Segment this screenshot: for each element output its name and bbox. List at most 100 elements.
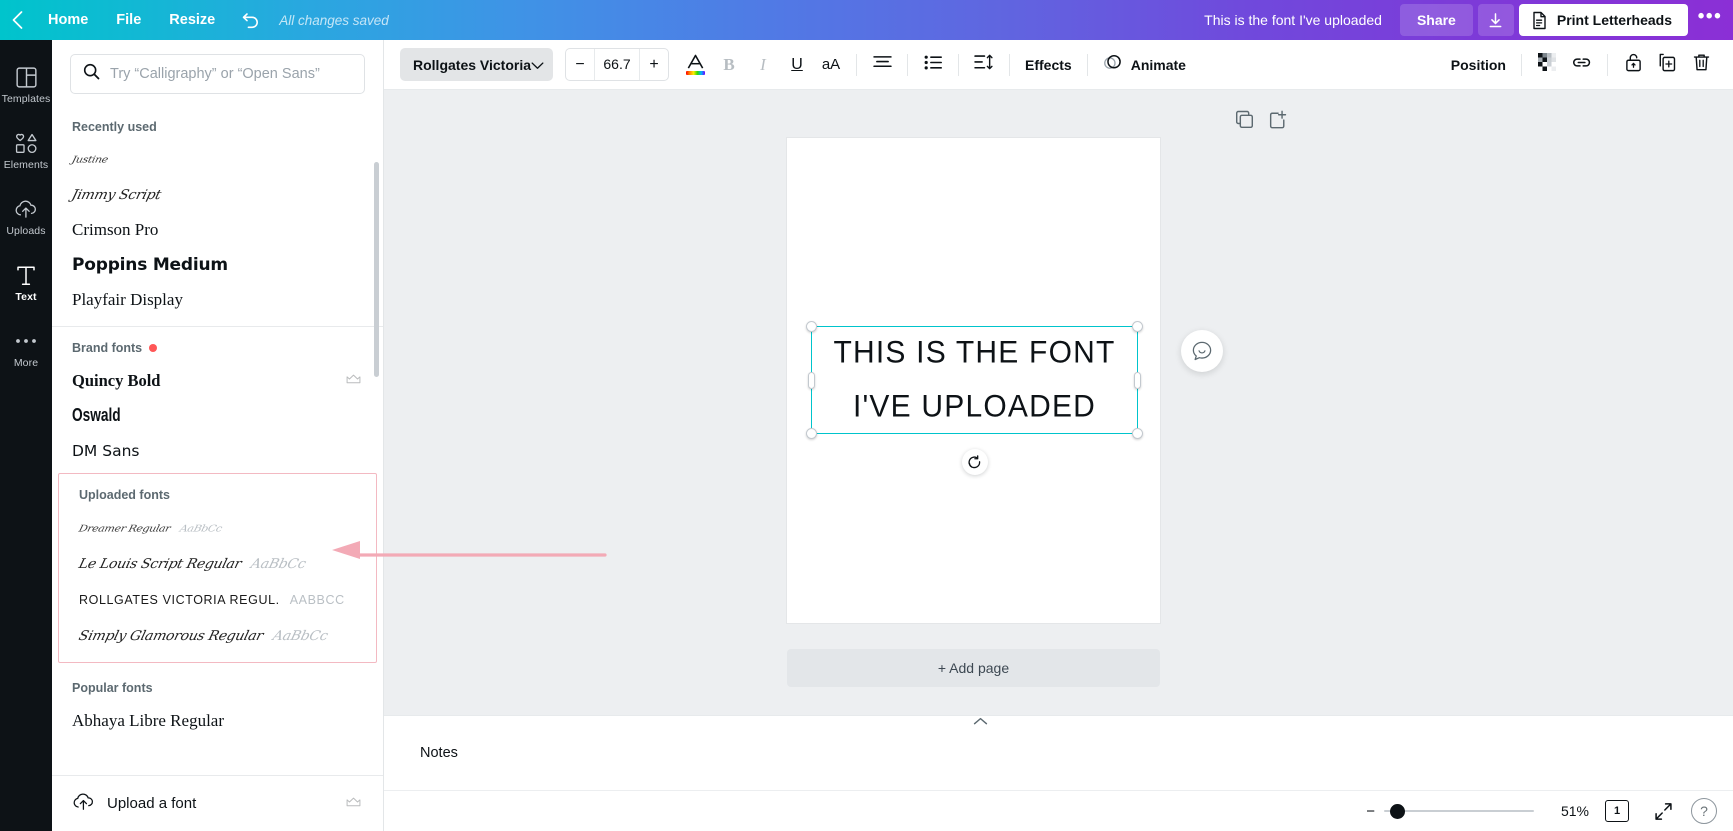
- sidebar-label-templates: Templates: [2, 93, 51, 105]
- help-button[interactable]: ?: [1691, 798, 1717, 824]
- transparency-button[interactable]: [1531, 48, 1563, 82]
- uploaded-fonts-highlight-box: Uploaded fonts Dreamer Regular AaBbCc Le…: [58, 473, 377, 663]
- menu-resize[interactable]: Resize: [155, 0, 229, 40]
- assistant-button[interactable]: [1181, 330, 1223, 372]
- back-button[interactable]: [0, 0, 34, 40]
- font-row-dreamer-regular[interactable]: Dreamer Regular AaBbCc: [59, 510, 376, 546]
- cloud-upload-icon: [72, 792, 95, 816]
- search-input[interactable]: [110, 66, 352, 82]
- resize-handle-bottom-right[interactable]: [1132, 428, 1143, 439]
- duplicate-button[interactable]: [1651, 48, 1683, 82]
- page-manager-button[interactable]: 1: [1599, 796, 1635, 826]
- undo-button[interactable]: [229, 0, 273, 40]
- selected-text-element[interactable]: THIS IS THE FONT I'VE UPLOADED: [811, 326, 1138, 434]
- resize-handle-middle-right[interactable]: [1134, 372, 1141, 389]
- left-navigation-rail: Templates Elements Uploads Text: [0, 40, 52, 831]
- print-letterheads-button[interactable]: Print Letterheads: [1519, 4, 1688, 36]
- font-list-scroll-area[interactable]: Recently used Justine Jimmy Script Crims…: [52, 106, 383, 775]
- fullscreen-button[interactable]: [1645, 796, 1681, 826]
- font-sample: AaBbCc: [179, 522, 224, 533]
- text-color-button[interactable]: [679, 48, 711, 82]
- design-page[interactable]: THIS IS THE FONT I'VE UPLOADED: [787, 138, 1160, 623]
- font-row-le-louis-script-regular[interactable]: Le Louis Script Regular AaBbCc: [59, 546, 376, 582]
- zoom-slider-knob[interactable]: [1390, 804, 1405, 819]
- menu-file[interactable]: File: [102, 0, 155, 40]
- rotate-handle[interactable]: [962, 449, 988, 475]
- sidebar-item-text[interactable]: Text: [0, 250, 52, 316]
- font-row-jimmy-script[interactable]: Jimmy Script: [52, 177, 383, 212]
- text-line: THIS IS THE FONT: [812, 325, 1137, 382]
- font-family-selector[interactable]: Rollgates Victoria: [400, 48, 553, 81]
- position-label: Position: [1451, 57, 1506, 73]
- font-row-poppins-medium[interactable]: Poppins Medium: [52, 247, 383, 282]
- letter-case-button[interactable]: aA: [815, 48, 847, 82]
- upload-a-font-button[interactable]: Upload a font: [52, 775, 383, 831]
- font-name: Justine: [71, 154, 110, 165]
- italic-button[interactable]: I: [747, 48, 779, 82]
- sidebar-item-more[interactable]: More: [0, 316, 52, 382]
- font-row-abhaya-libre-regular[interactable]: Abhaya Libre Regular: [52, 703, 383, 738]
- sidebar-item-uploads[interactable]: Uploads: [0, 184, 52, 250]
- bullet-list-icon: [924, 55, 943, 75]
- bullet-list-button[interactable]: [917, 48, 949, 82]
- notes-label[interactable]: Notes: [420, 745, 458, 761]
- effects-button[interactable]: Effects: [1019, 48, 1078, 82]
- rotate-icon: [967, 455, 982, 470]
- font-row-quincy-bold[interactable]: Quincy Bold: [52, 363, 383, 398]
- add-page-bar[interactable]: + Add page: [787, 649, 1160, 687]
- font-row-dm-sans[interactable]: DM Sans: [52, 433, 383, 468]
- font-size-decrease[interactable]: −: [566, 48, 594, 81]
- animate-button[interactable]: Animate: [1097, 48, 1192, 82]
- share-button[interactable]: Share: [1400, 4, 1473, 36]
- text-color-A-icon: [686, 54, 705, 75]
- page-manager-icon: 1: [1605, 800, 1629, 822]
- line-spacing-button[interactable]: [968, 48, 1000, 82]
- font-size-increase[interactable]: +: [640, 48, 668, 81]
- toolbar-separator: [856, 54, 857, 76]
- font-size-value[interactable]: 66.7: [594, 48, 640, 81]
- sidebar-item-elements[interactable]: Elements: [0, 118, 52, 184]
- crown-premium-icon: [346, 372, 361, 390]
- chevron-left-icon: [12, 11, 23, 29]
- menu-home[interactable]: Home: [34, 0, 102, 40]
- bold-button[interactable]: B: [713, 48, 745, 82]
- line-spacing-icon: [974, 54, 994, 75]
- more-options-button[interactable]: •••: [1693, 4, 1727, 36]
- font-row-rollgates-victoria-regular[interactable]: ROLLGATES VICTORIA REGUL. AABBCC: [59, 582, 376, 618]
- resize-handle-bottom-left[interactable]: [806, 428, 817, 439]
- font-row-oswald[interactable]: Oswald: [52, 398, 383, 433]
- font-row-justine[interactable]: Justine: [52, 142, 383, 177]
- lock-button[interactable]: [1617, 48, 1649, 82]
- download-button[interactable]: [1478, 4, 1514, 36]
- sidebar-item-templates[interactable]: Templates: [0, 52, 52, 118]
- link-button[interactable]: [1565, 48, 1598, 82]
- add-page-icon: [1268, 110, 1287, 129]
- resize-handle-top-left[interactable]: [806, 321, 817, 332]
- toolbar-separator: [1009, 54, 1010, 76]
- toolbar-separator: [907, 54, 908, 76]
- font-search-box[interactable]: [70, 54, 365, 94]
- toolbar-separator: [1521, 54, 1522, 76]
- effects-label: Effects: [1025, 57, 1072, 73]
- resize-handle-middle-left[interactable]: [808, 372, 815, 389]
- notes-collapse-button[interactable]: [961, 717, 1001, 733]
- font-row-simply-glamorous-regular[interactable]: Simply Glamorous Regular AaBbCc: [59, 618, 376, 654]
- font-row-crimson-pro[interactable]: Crimson Pro: [52, 212, 383, 247]
- zoom-out-button[interactable]: −: [1366, 804, 1375, 819]
- crown-premium-icon: [346, 795, 361, 813]
- resize-handle-top-right[interactable]: [1132, 321, 1143, 332]
- section-title: Uploaded fonts: [79, 488, 170, 502]
- font-sample: AaBbCc: [271, 628, 329, 643]
- zoom-slider[interactable]: [1384, 804, 1534, 818]
- font-family-value: Rollgates Victoria: [413, 57, 531, 73]
- delete-button[interactable]: [1685, 48, 1717, 82]
- position-button[interactable]: Position: [1445, 48, 1512, 82]
- duplicate-page-button[interactable]: [1235, 110, 1254, 134]
- add-page-button[interactable]: [1268, 110, 1287, 134]
- design-title[interactable]: This is the font I've uploaded: [1186, 12, 1400, 28]
- text-align-button[interactable]: [866, 48, 898, 82]
- underline-button[interactable]: U: [781, 48, 813, 82]
- font-row-playfair-display[interactable]: Playfair Display: [52, 282, 383, 317]
- canvas-workspace[interactable]: THIS IS THE FONT I'VE UPLOADED + Add pag…: [384, 90, 1733, 715]
- toolbar-separator: [958, 54, 959, 76]
